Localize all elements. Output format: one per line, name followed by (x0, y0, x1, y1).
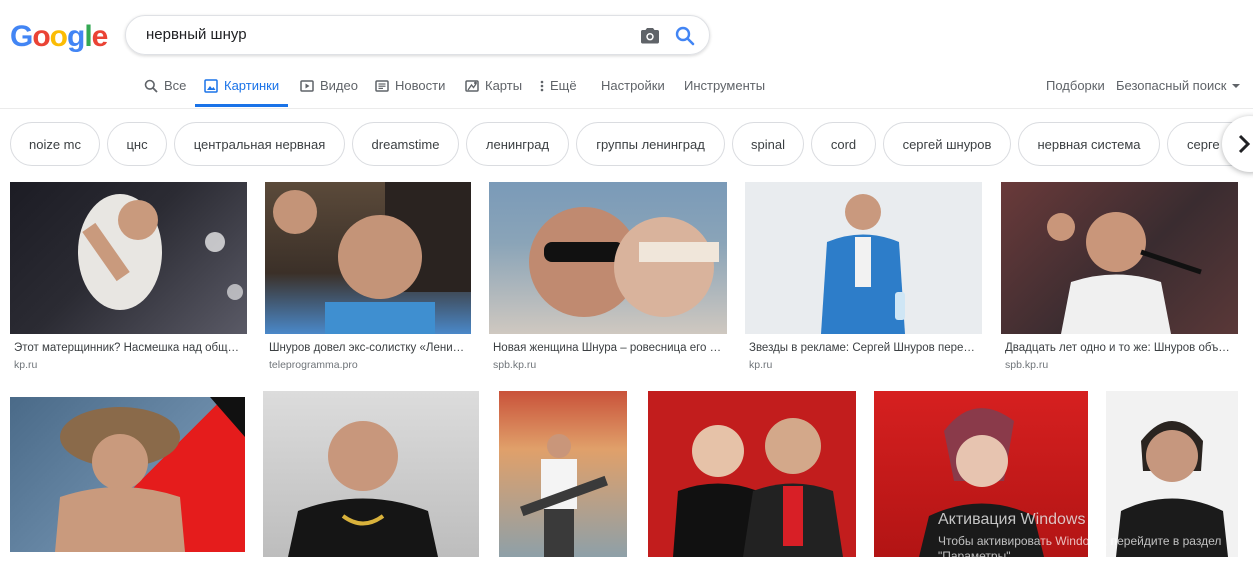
chip[interactable]: cord (811, 122, 876, 166)
image-result[interactable] (874, 391, 1088, 557)
result-caption: Этот матерщинник? Насмешка над обще… (14, 342, 244, 354)
logo-letter: l (84, 20, 92, 53)
caret-down-icon (1232, 83, 1241, 88)
result-thumbnail[interactable] (10, 397, 245, 552)
chip[interactable]: нервная система (1018, 122, 1160, 166)
result-source: spb.kp.ru (493, 359, 537, 371)
logo-letter: G (10, 20, 33, 53)
tab-settings[interactable]: Настройки (601, 78, 665, 93)
tab-label: Видео (320, 78, 358, 93)
chip-label: центральная нервная (193, 136, 326, 152)
chip[interactable]: spinal (732, 122, 804, 166)
video-icon (300, 79, 314, 92)
image-result[interactable]: Двадцать лет одно и то же: Шнуров объя… … (1001, 182, 1238, 372)
result-source: spb.kp.ru (1005, 359, 1049, 371)
chip-label: группы ленинград (596, 136, 705, 152)
result-source: kp.ru (14, 359, 38, 371)
result-source: teleprogramma.pro (269, 359, 358, 371)
chip[interactable]: noize mc (10, 122, 100, 166)
chip-label: серге (1187, 136, 1220, 152)
chip[interactable]: группы ленинград (576, 122, 725, 166)
result-caption: Новая женщина Шнура – ровесница его … (493, 342, 722, 354)
chip-label: dreamstime (371, 136, 440, 152)
search-input[interactable] (144, 25, 618, 44)
result-thumbnail[interactable] (874, 391, 1088, 557)
result-thumbnail[interactable] (745, 182, 982, 334)
active-tab-indicator (195, 104, 288, 107)
google-logo[interactable]: Google (10, 20, 109, 54)
result-caption: Звезды в рекламе: Сергей Шнуров переш… (749, 342, 979, 354)
safe-search-toggle[interactable]: Безопасный поиск (1116, 78, 1241, 93)
tab-maps[interactable]: Карты (465, 78, 522, 93)
result-thumbnail[interactable] (1001, 182, 1238, 334)
result-thumbnail[interactable] (499, 391, 627, 557)
result-thumbnail[interactable] (489, 182, 727, 334)
map-icon (465, 79, 479, 92)
tab-images[interactable]: Картинки (204, 78, 279, 93)
windows-activation-title: Активация Windows (938, 511, 1086, 528)
tab-label: Картинки (224, 78, 280, 93)
image-result[interactable] (10, 397, 245, 552)
chip[interactable]: ленинград (466, 122, 569, 166)
result-thumbnail[interactable] (648, 391, 856, 557)
related-chips: noize mc цнс центральная нервная dreamst… (0, 122, 1253, 168)
chip-label: нервная система (1037, 136, 1141, 152)
image-result[interactable] (648, 391, 856, 557)
chip-label: noize mc (28, 136, 82, 152)
tab-more[interactable]: Ещё (540, 78, 577, 93)
chip-label: cord (830, 136, 857, 152)
result-caption: Двадцать лет одно и то же: Шнуров объя… (1005, 342, 1235, 354)
tab-label: Новости (395, 78, 446, 93)
tab-all[interactable]: Все (144, 78, 186, 93)
more-icon (540, 80, 544, 91)
logo-letter: o (49, 20, 68, 53)
tab-label: Карты (485, 78, 523, 93)
tab-label: Настройки (601, 78, 665, 93)
chip-label: ленинград (485, 136, 550, 152)
chip[interactable]: цнс (107, 122, 167, 166)
image-result[interactable]: Звезды в рекламе: Сергей Шнуров переш… k… (745, 182, 982, 372)
image-result[interactable]: Новая женщина Шнура – ровесница его … sp… (489, 182, 727, 372)
chip-label: цнс (126, 136, 148, 152)
tab-news[interactable]: Новости (375, 78, 445, 93)
tab-label: Ещё (550, 78, 577, 93)
chip[interactable]: центральная нервная (174, 122, 345, 166)
safe-search-label: Безопасный поиск (1116, 78, 1227, 93)
collections-link[interactable]: Подборки (1046, 78, 1105, 93)
image-result[interactable] (1106, 391, 1238, 557)
image-icon (204, 78, 218, 93)
image-result[interactable] (263, 391, 479, 557)
image-result[interactable] (499, 391, 627, 557)
tab-label: Инструменты (684, 78, 766, 93)
result-thumbnail[interactable] (10, 182, 247, 334)
chip-label: сергей шнуров (902, 136, 992, 152)
chip[interactable]: сергей шнуров (883, 122, 1011, 166)
search-tabs: Все Картинки Видео Новости Карты Ещё Нас… (0, 66, 1253, 109)
result-source: kp.ru (749, 359, 773, 371)
search-box[interactable] (125, 15, 710, 55)
result-caption: Шнуров довел экс-солистку «Лени… (269, 342, 465, 354)
chip[interactable]: dreamstime (352, 122, 459, 166)
tab-video[interactable]: Видео (300, 78, 358, 93)
tab-tools[interactable]: Инструменты (684, 78, 765, 93)
logo-letter: e (91, 20, 109, 53)
search-icon[interactable] (673, 24, 697, 48)
result-thumbnail[interactable] (1106, 391, 1238, 557)
result-thumbnail[interactable] (265, 182, 471, 334)
search-icon (144, 79, 158, 93)
collections-label: Подборки (1046, 78, 1105, 93)
logo-letter: o (32, 20, 50, 53)
tab-label: Все (164, 78, 187, 93)
chip-label: spinal (751, 136, 785, 152)
result-thumbnail[interactable] (263, 391, 479, 557)
camera-icon[interactable] (638, 24, 662, 48)
windows-activation-subtitle: Чтобы активировать Windows, перейдите в … (938, 534, 1222, 563)
news-icon (375, 79, 389, 92)
image-result[interactable]: Этот матерщинник? Насмешка над обще… kp.… (10, 182, 247, 372)
chevron-right-icon (1238, 134, 1251, 154)
image-result[interactable]: Шнуров довел экс-солистку «Лени… telepro… (265, 182, 471, 372)
logo-letter: g (67, 20, 85, 53)
